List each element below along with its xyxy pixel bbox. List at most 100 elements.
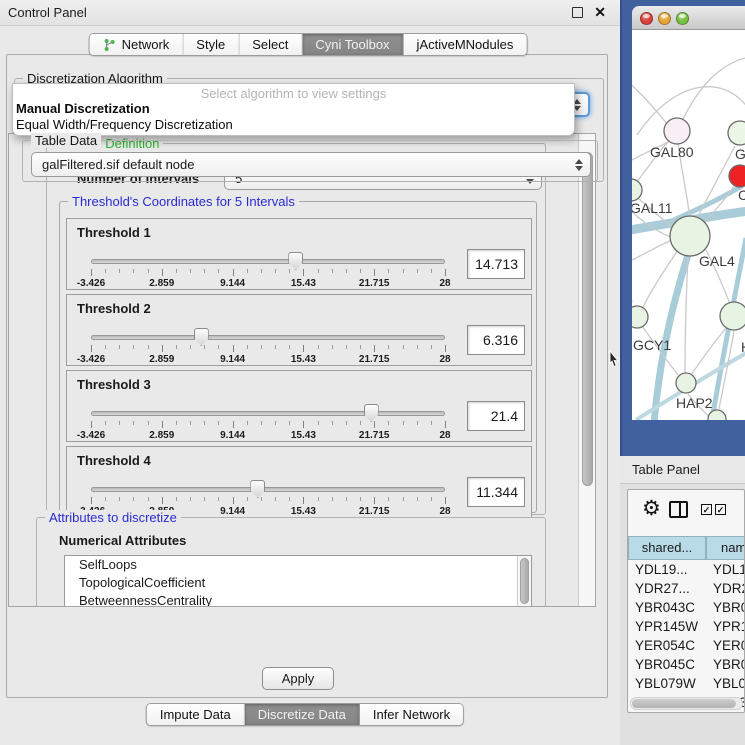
threshold-slider[interactable]: -3.4262.8599.14415.4321.71528 bbox=[91, 407, 445, 441]
table-data-select[interactable]: galFiltered.sif default node bbox=[31, 152, 591, 177]
table-row[interactable]: YDR27...YDR2 bbox=[628, 579, 745, 598]
table-row[interactable]: YBR045CYBR0 bbox=[628, 655, 745, 674]
table-data-group-title: Table Data bbox=[31, 133, 101, 148]
node-label: GAL4 bbox=[699, 253, 735, 269]
slider-thumb[interactable] bbox=[194, 328, 209, 346]
right-pane: GAL80GACGAL11GAL4GCY1HHAP2 Table Panel ⚙… bbox=[620, 0, 745, 745]
slider-ticks bbox=[91, 497, 445, 505]
threshold-value-field[interactable]: 6.316 bbox=[467, 325, 525, 355]
tab-impute-data[interactable]: Impute Data bbox=[147, 704, 245, 725]
threshold-value-field[interactable]: 14.713 bbox=[467, 249, 525, 279]
node-gal4[interactable] bbox=[670, 216, 710, 256]
network-edge bbox=[632, 240, 672, 260]
scrollbar-thumb[interactable] bbox=[632, 699, 736, 708]
control-panel: Control Panel ✕ NetworkStyleSelectCyni T… bbox=[0, 0, 620, 745]
settings-vertical-scrollbar[interactable] bbox=[578, 134, 595, 606]
table-row[interactable]: YPR145WYPR1 bbox=[628, 617, 745, 636]
control-panel-tabbar: NetworkStyleSelectCyni ToolboxjActiveMNo… bbox=[89, 33, 528, 56]
tab-select[interactable]: Select bbox=[239, 34, 302, 55]
threshold-label: Threshold 1 bbox=[77, 225, 151, 240]
close-light[interactable] bbox=[640, 12, 653, 25]
scrollbar-thumb[interactable] bbox=[582, 152, 593, 486]
cyni-mode-tabbar: Impute DataDiscretize DataInfer Network bbox=[146, 703, 464, 726]
tab-infer-network[interactable]: Infer Network bbox=[360, 704, 463, 725]
slider-track[interactable] bbox=[91, 259, 445, 264]
threshold-label: Threshold 4 bbox=[77, 453, 151, 468]
table-browser-window: ⚙ ✓ ✓ shared... name YDL19...YDL1YDR27..… bbox=[627, 489, 745, 713]
slider-ticks bbox=[91, 421, 445, 429]
thresholds-group: Threshold's Coordinates for 5 Intervals … bbox=[59, 201, 537, 513]
tab-style[interactable]: Style bbox=[183, 34, 239, 55]
numerical-attributes-list[interactable]: SelfLoopsTopologicalCoefficientBetweenne… bbox=[64, 555, 532, 607]
node-label: HAP2 bbox=[676, 395, 713, 411]
column-header-shared-name[interactable]: shared... bbox=[628, 536, 706, 560]
attributes-list-scrollbar[interactable] bbox=[517, 556, 531, 607]
interval-definition-group: Interval Definition Number of Intervals … bbox=[46, 143, 546, 515]
table-row[interactable]: YBR043CYBR0 bbox=[628, 598, 745, 617]
node-label: C bbox=[738, 187, 745, 203]
node-gal11[interactable] bbox=[632, 179, 642, 201]
float-window-icon[interactable] bbox=[572, 7, 583, 18]
select-all-columns-icon[interactable]: ✓ bbox=[715, 504, 726, 515]
tab-network[interactable]: Network bbox=[90, 34, 184, 55]
table-panel-title: Table Panel bbox=[632, 462, 700, 477]
threshold-value-field[interactable]: 21.4 bbox=[467, 401, 525, 431]
close-icon[interactable]: ✕ bbox=[594, 4, 606, 21]
node-bottom-partial[interactable] bbox=[708, 410, 726, 420]
node-hap2[interactable] bbox=[676, 373, 696, 393]
network-canvas[interactable]: GAL80GACGAL11GAL4GCY1HHAP2 bbox=[632, 30, 745, 420]
node-top-right[interactable] bbox=[728, 121, 745, 145]
minimize-light[interactable] bbox=[658, 12, 671, 25]
table-toolbar: ⚙ ✓ ✓ bbox=[628, 490, 744, 534]
tab-discretize-data[interactable]: Discretize Data bbox=[245, 704, 360, 725]
slider-tick-labels: -3.4262.8599.14415.4321.71528 bbox=[91, 354, 445, 366]
attributes-group: Attributes to discretize Numerical Attri… bbox=[36, 517, 546, 607]
node-right-mid[interactable] bbox=[720, 302, 745, 330]
slider-track[interactable] bbox=[91, 487, 445, 492]
attribute-list-item[interactable]: TopologicalCoefficient bbox=[65, 574, 531, 592]
table-row[interactable]: YBL079WYBL0 bbox=[628, 674, 745, 693]
apply-button[interactable]: Apply bbox=[262, 667, 334, 690]
combo-arrows-icon bbox=[575, 159, 583, 171]
network-window-titlebar[interactable] bbox=[632, 6, 745, 30]
table-row[interactable]: YER054CYER0 bbox=[628, 636, 745, 655]
algorithm-placeholder-option[interactable]: Select algorithm to view settings bbox=[13, 84, 574, 101]
table-rows: YDL19...YDL1YDR27...YDR2YBR043CYBR0YPR14… bbox=[628, 560, 745, 713]
threshold-panel: Threshold 4-3.4262.8599.14415.4321.71528… bbox=[66, 446, 532, 518]
slider-thumb[interactable] bbox=[250, 480, 265, 498]
table-data-selected-value: galFiltered.sif default node bbox=[42, 153, 194, 176]
tab-jactivemnodules[interactable]: jActiveMNodules bbox=[404, 34, 527, 55]
slider-tick-labels: -3.4262.8599.14415.4321.71528 bbox=[91, 278, 445, 290]
gear-icon[interactable]: ⚙ bbox=[642, 496, 661, 521]
threshold-slider[interactable]: -3.4262.8599.14415.4321.71528 bbox=[91, 331, 445, 365]
threshold-label: Threshold 3 bbox=[77, 377, 151, 392]
attribute-list-item[interactable]: SelfLoops bbox=[65, 556, 531, 574]
scrollbar-thumb[interactable] bbox=[520, 558, 529, 604]
table-panel-titlebar: Table Panel bbox=[620, 456, 745, 484]
control-panel-titlebar: Control Panel ✕ bbox=[0, 0, 620, 26]
node-gcy1[interactable] bbox=[632, 306, 648, 328]
slider-thumb[interactable] bbox=[288, 252, 303, 270]
attribute-list-item[interactable]: BetweennessCentrality bbox=[65, 592, 531, 607]
slider-thumb[interactable] bbox=[364, 404, 379, 422]
slider-track[interactable] bbox=[91, 411, 445, 416]
network-edge bbox=[697, 146, 735, 218]
threshold-slider[interactable]: -3.4262.8599.14415.4321.71528 bbox=[91, 255, 445, 289]
tab-cyni-toolbox[interactable]: Cyni Toolbox bbox=[302, 34, 403, 55]
threshold-value-field[interactable]: 11.344 bbox=[467, 477, 525, 507]
algorithm-option[interactable]: Manual Discretization bbox=[13, 101, 574, 117]
threshold-panel: Threshold 1 -3.4262.8599.14415.4321.71528… bbox=[66, 218, 532, 290]
node-red[interactable] bbox=[729, 165, 745, 187]
algorithm-option[interactable]: Equal Width/Frequency Discretization bbox=[13, 117, 574, 133]
select-columns-icon[interactable]: ✓ bbox=[701, 504, 712, 515]
table-horizontal-scrollbar[interactable] bbox=[630, 697, 743, 710]
split-columns-icon[interactable] bbox=[669, 501, 688, 518]
table-row[interactable]: YIL052CYIL0 bbox=[628, 712, 745, 713]
zoom-light[interactable] bbox=[676, 12, 689, 25]
node-gal80[interactable] bbox=[664, 118, 690, 144]
slider-track[interactable] bbox=[91, 335, 445, 340]
node-label: GAL80 bbox=[650, 144, 694, 160]
table-row[interactable]: YDL19...YDL1 bbox=[628, 560, 745, 579]
thresholds-group-title: Threshold's Coordinates for 5 Intervals bbox=[68, 194, 299, 209]
column-header-name[interactable]: name bbox=[706, 536, 745, 560]
